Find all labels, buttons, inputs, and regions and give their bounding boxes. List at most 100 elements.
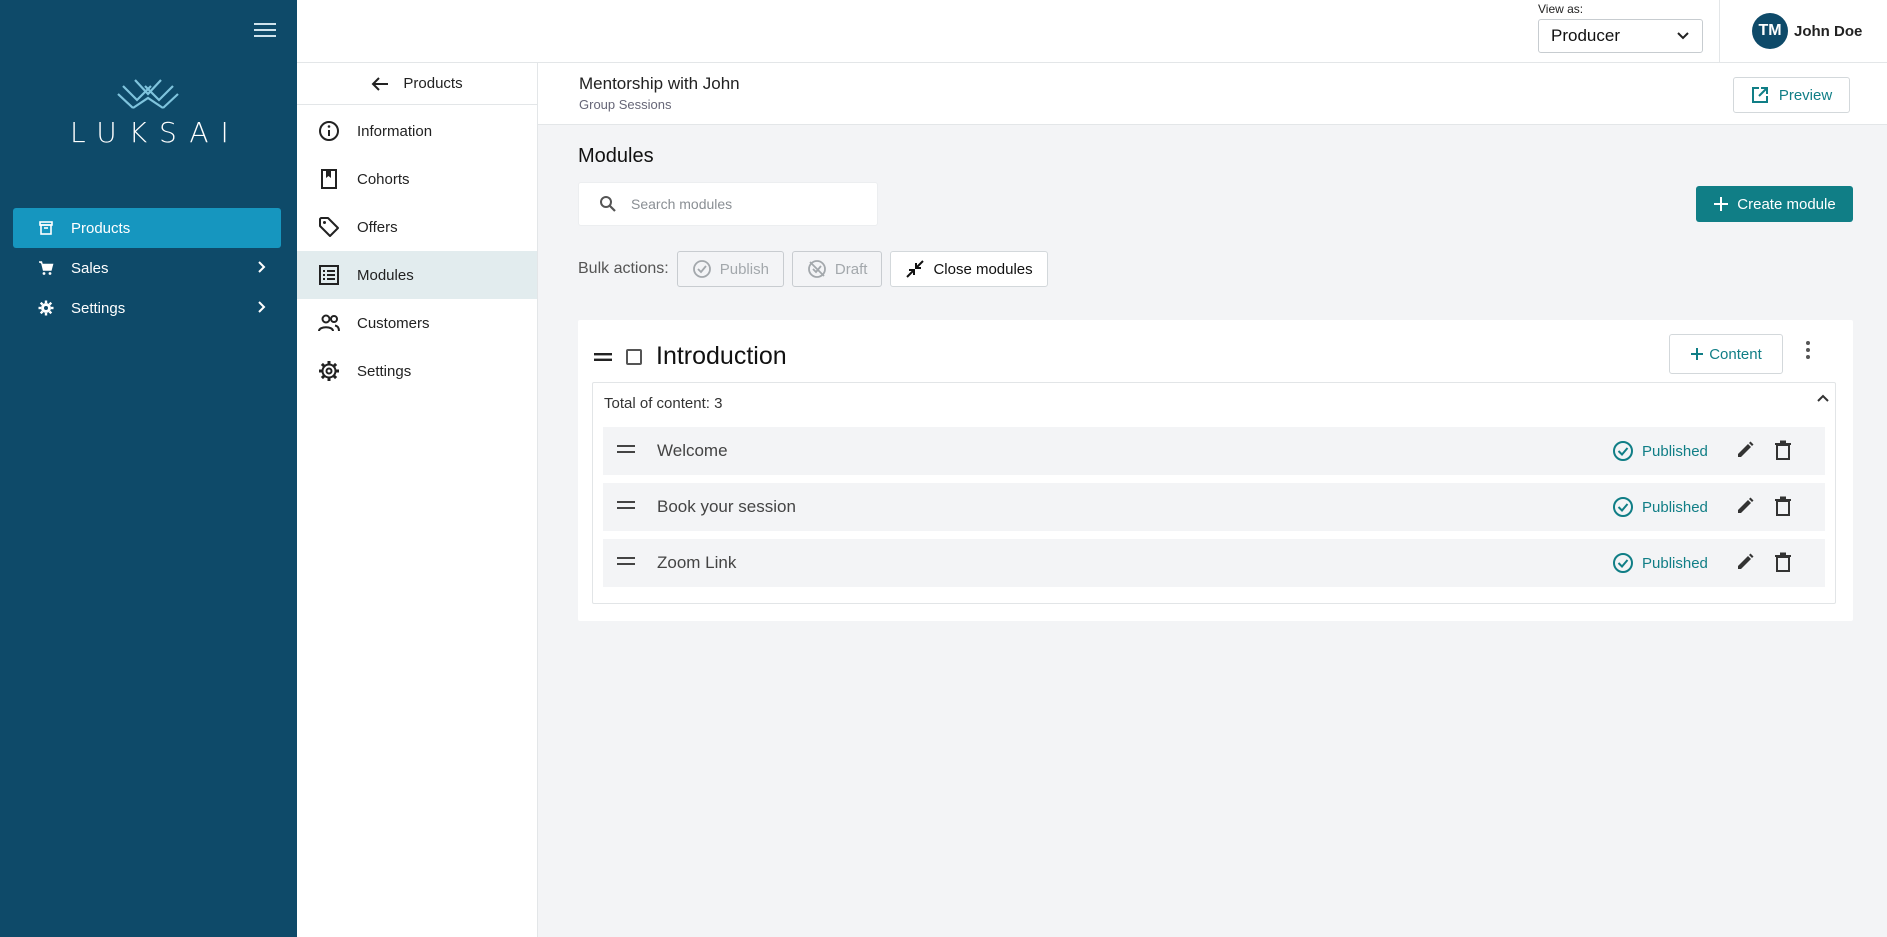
sidebar-item-products[interactable]: Products xyxy=(13,208,281,248)
unpublish-icon xyxy=(807,259,827,279)
back-label: Products xyxy=(403,75,463,92)
product-subnav: Products Information Cohorts Offers Modu… xyxy=(297,63,538,937)
book-icon xyxy=(317,167,341,191)
view-as-label: View as: xyxy=(1538,2,1584,16)
subnav-item-modules[interactable]: Modules xyxy=(297,251,537,299)
status-badge: Published xyxy=(1612,496,1708,518)
status-label: Published xyxy=(1642,498,1708,516)
subnav-item-information[interactable]: Information xyxy=(297,107,537,155)
sidebar-item-sales[interactable]: Sales xyxy=(13,248,281,288)
view-as-select[interactable]: Producer xyxy=(1538,19,1703,53)
drag-handle-icon[interactable] xyxy=(617,444,635,454)
product-subtitle: Group Sessions xyxy=(579,97,672,112)
check-circle-icon xyxy=(1612,496,1634,518)
delete-icon[interactable] xyxy=(1774,496,1792,516)
user-menu[interactable]: TM John Doe xyxy=(1752,13,1862,49)
add-content-label: Content xyxy=(1709,345,1762,363)
tag-icon xyxy=(317,215,341,239)
check-circle-icon xyxy=(1612,440,1634,462)
search-box[interactable] xyxy=(578,182,878,226)
logo-mark-icon xyxy=(117,79,179,109)
modules-page: Modules Create module Bulk actions: Publ… xyxy=(538,125,1887,937)
page-title: Modules xyxy=(578,145,654,167)
drag-handle-icon[interactable] xyxy=(617,556,635,566)
subnav-item-cohorts[interactable]: Cohorts xyxy=(297,155,537,203)
subnav-item-label: Settings xyxy=(357,362,412,380)
avatar: TM xyxy=(1752,13,1788,49)
delete-icon[interactable] xyxy=(1774,552,1792,572)
sidebar: LUKSAI Products Sales Settings xyxy=(0,0,297,937)
status-badge: Published xyxy=(1612,440,1708,462)
view-as-value: Producer xyxy=(1551,26,1620,45)
sidebar-item-label: Settings xyxy=(71,299,126,317)
sidebar-item-settings[interactable]: Settings xyxy=(13,288,281,328)
content-row[interactable]: Welcome Published xyxy=(603,427,1825,475)
box-icon xyxy=(37,219,55,237)
collapse-arrows-icon xyxy=(905,259,925,279)
sidebar-item-label: Products xyxy=(71,219,131,237)
check-circle-icon xyxy=(1612,552,1634,574)
bulk-actions: Bulk actions: Publish Draft Close module… xyxy=(578,251,1056,287)
gear-icon xyxy=(37,299,55,317)
create-module-button[interactable]: Create module xyxy=(1696,186,1853,222)
subnav-item-offers[interactable]: Offers xyxy=(297,203,537,251)
menu-icon[interactable] xyxy=(252,20,278,40)
back-to-products[interactable]: Products xyxy=(297,63,537,105)
chevron-right-icon xyxy=(257,260,267,278)
chevron-right-icon xyxy=(257,300,267,318)
product-header: Mentorship with John Group Sessions Prev… xyxy=(538,63,1887,125)
search-input[interactable] xyxy=(631,196,851,212)
create-module-label: Create module xyxy=(1737,195,1836,213)
divider xyxy=(1719,0,1720,63)
delete-icon[interactable] xyxy=(1774,440,1792,460)
subnav-item-label: Customers xyxy=(357,314,430,332)
view-as: View as: Producer xyxy=(1538,2,1703,53)
status-badge: Published xyxy=(1612,552,1708,574)
subnav-item-label: Modules xyxy=(357,266,414,284)
sidebar-item-label: Sales xyxy=(71,259,109,277)
content-row[interactable]: Zoom Link Published xyxy=(603,539,1825,587)
subnav-item-label: Information xyxy=(357,122,433,140)
bulk-actions-label: Bulk actions: xyxy=(578,260,669,277)
subnav-item-customers[interactable]: Customers xyxy=(297,299,537,347)
check-circle-icon xyxy=(692,259,712,279)
list-icon xyxy=(317,263,341,287)
edit-icon[interactable] xyxy=(1735,552,1755,572)
add-content-button[interactable]: Content xyxy=(1669,334,1783,374)
info-icon xyxy=(317,119,341,143)
bulk-draft-button[interactable]: Draft xyxy=(791,251,883,287)
module-card: Introduction Content Total of content: 3… xyxy=(578,320,1853,621)
content-title: Zoom Link xyxy=(657,553,737,572)
subnav-item-settings[interactable]: Settings xyxy=(297,347,537,395)
gear-icon xyxy=(317,359,341,383)
bulk-draft-label: Draft xyxy=(834,260,868,278)
preview-label: Preview xyxy=(1778,86,1833,104)
cart-icon xyxy=(37,259,55,277)
content-title: Book your session xyxy=(657,497,796,516)
external-link-icon xyxy=(1751,86,1769,104)
edit-icon[interactable] xyxy=(1735,440,1755,460)
logo-text: LUKSAI xyxy=(70,116,241,149)
bulk-publish-button[interactable]: Publish xyxy=(676,251,784,287)
module-title: Introduction xyxy=(656,342,787,370)
module-checkbox[interactable] xyxy=(626,348,642,365)
content-title: Welcome xyxy=(657,441,728,460)
arrow-left-icon xyxy=(371,76,389,92)
search-icon xyxy=(599,195,617,213)
more-options-icon[interactable] xyxy=(1800,338,1816,362)
subnav-item-label: Offers xyxy=(357,218,398,236)
status-label: Published xyxy=(1642,554,1708,572)
product-title: Mentorship with John xyxy=(579,74,740,93)
content-count: Total of content: 3 xyxy=(604,395,723,412)
preview-button[interactable]: Preview xyxy=(1733,77,1850,113)
chevron-up-icon[interactable] xyxy=(1816,393,1830,403)
edit-icon[interactable] xyxy=(1735,496,1755,516)
user-name: John Doe xyxy=(1794,22,1863,40)
drag-handle-icon[interactable] xyxy=(617,500,635,510)
top-bar: View as: Producer TM John Doe xyxy=(297,0,1887,63)
plus-icon xyxy=(1713,196,1729,212)
drag-handle-icon[interactable] xyxy=(594,352,612,362)
bulk-publish-label: Publish xyxy=(719,260,769,278)
close-modules-button[interactable]: Close modules xyxy=(890,251,1048,287)
content-row[interactable]: Book your session Published xyxy=(603,483,1825,531)
